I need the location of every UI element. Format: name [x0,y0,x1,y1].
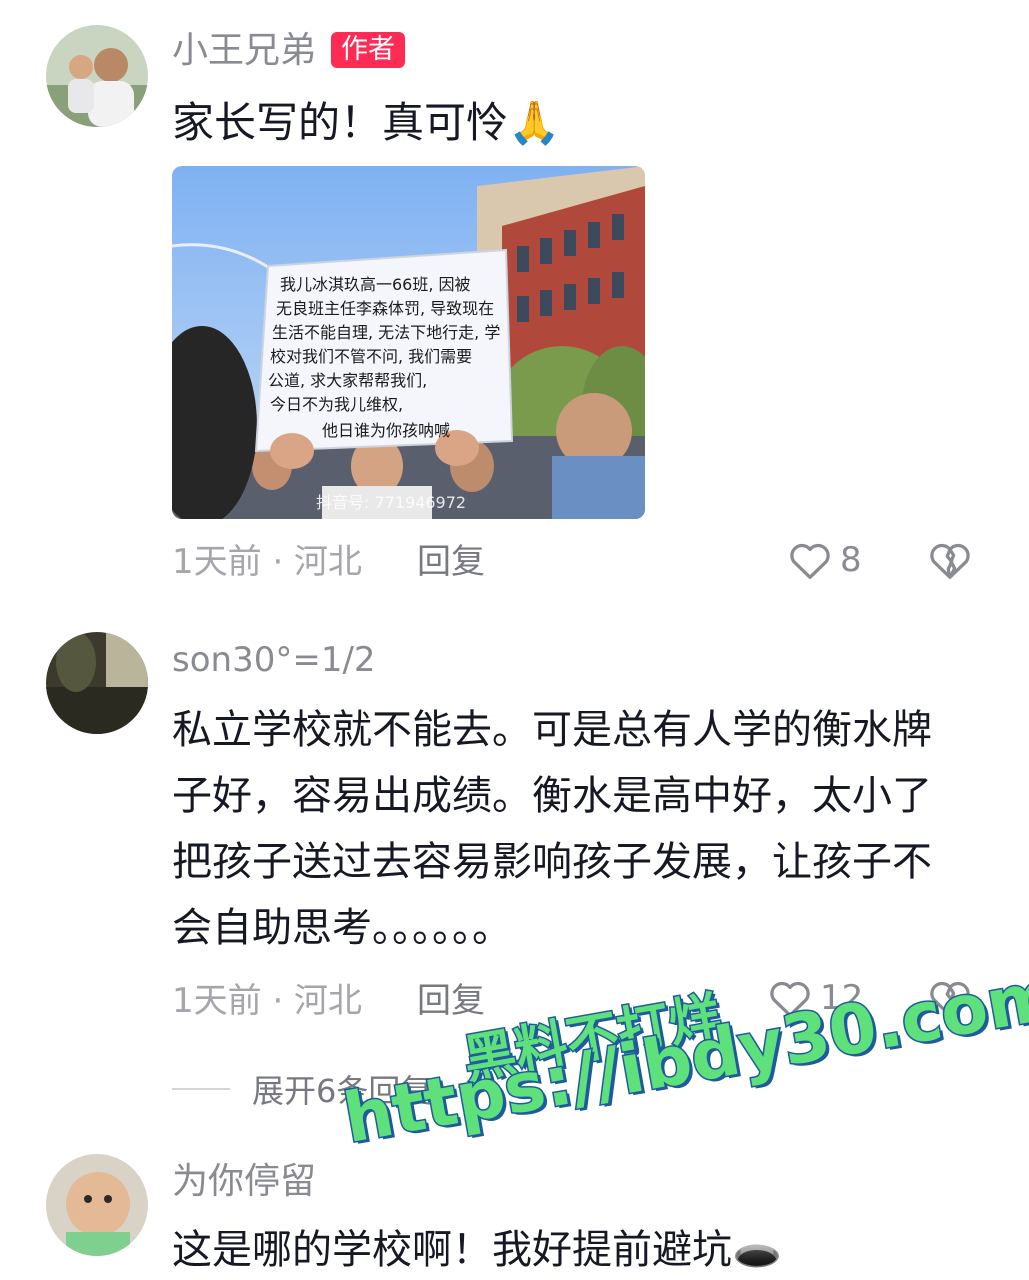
dislike-button[interactable] [928,540,972,584]
comment-item: 小王兄弟 作者 家长写的！真可怜🙏 我儿冰淇玖高一66班, 因被 无良班主任李森… [0,0,1029,600]
divider [172,1088,230,1090]
svg-text:无良班主任李森体罚, 导致现在: 无良班主任李森体罚, 导致现在 [276,299,494,318]
comment-image[interactable]: 我儿冰淇玖高一66班, 因被 无良班主任李森体罚, 导致现在 生活不能自理, 无… [172,166,645,519]
avatar[interactable] [46,632,148,734]
username[interactable]: son30°=1/2 [172,643,376,677]
time-location: 1天前 · 河北 [172,981,363,1021]
avatar[interactable] [46,25,148,127]
like-button[interactable]: 8 [788,540,862,580]
svg-text:校对我们不管不问, 我们需要: 校对我们不管不问, 我们需要 [270,347,472,366]
broken-heart-icon [930,543,970,579]
heart-icon [790,543,830,579]
douyin-watermark: 抖音号: 771946972 [316,493,466,512]
time-location: 1天前 · 河北 [172,542,363,582]
svg-text:公道, 求大家帮帮我们,: 公道, 求大家帮帮我们, [268,371,427,390]
reply-button[interactable]: 回复 [417,984,485,1018]
avatar[interactable] [46,1154,148,1256]
username[interactable]: 为你停留 [172,1164,316,1200]
svg-text:生活不能自理, 无法下地行走, 学: 生活不能自理, 无法下地行走, 学 [272,323,500,342]
comment-text: 这是哪的学校啊！我好提前避坑🕳️ [172,1227,782,1273]
svg-text:我儿冰淇玖高一66班, 因被: 我儿冰淇玖高一66班, 因被 [280,275,471,294]
comment-text: 家长写的！真可怜🙏 [172,98,561,147]
svg-text:今日不为我儿维权,: 今日不为我儿维权, [270,395,403,414]
svg-text:他日谁为你孩呐喊: 他日谁为你孩呐喊 [322,421,450,440]
svg-text:抖音号: 771946972: 抖音号: 771946972 [316,493,466,512]
comment-text: 私立学校就不能去。可是总有人学的衡水牌子好，容易出成绩。衡水是高中好，太小了把孩… [172,707,932,951]
reply-button[interactable]: 回复 [417,545,485,579]
author-badge: 作者 [331,32,405,68]
comment-item: 为你停留 这是哪的学校啊！我好提前避坑🕳️ [0,1140,1029,1280]
username[interactable]: 小王兄弟 [172,33,316,69]
like-count: 8 [840,540,862,580]
